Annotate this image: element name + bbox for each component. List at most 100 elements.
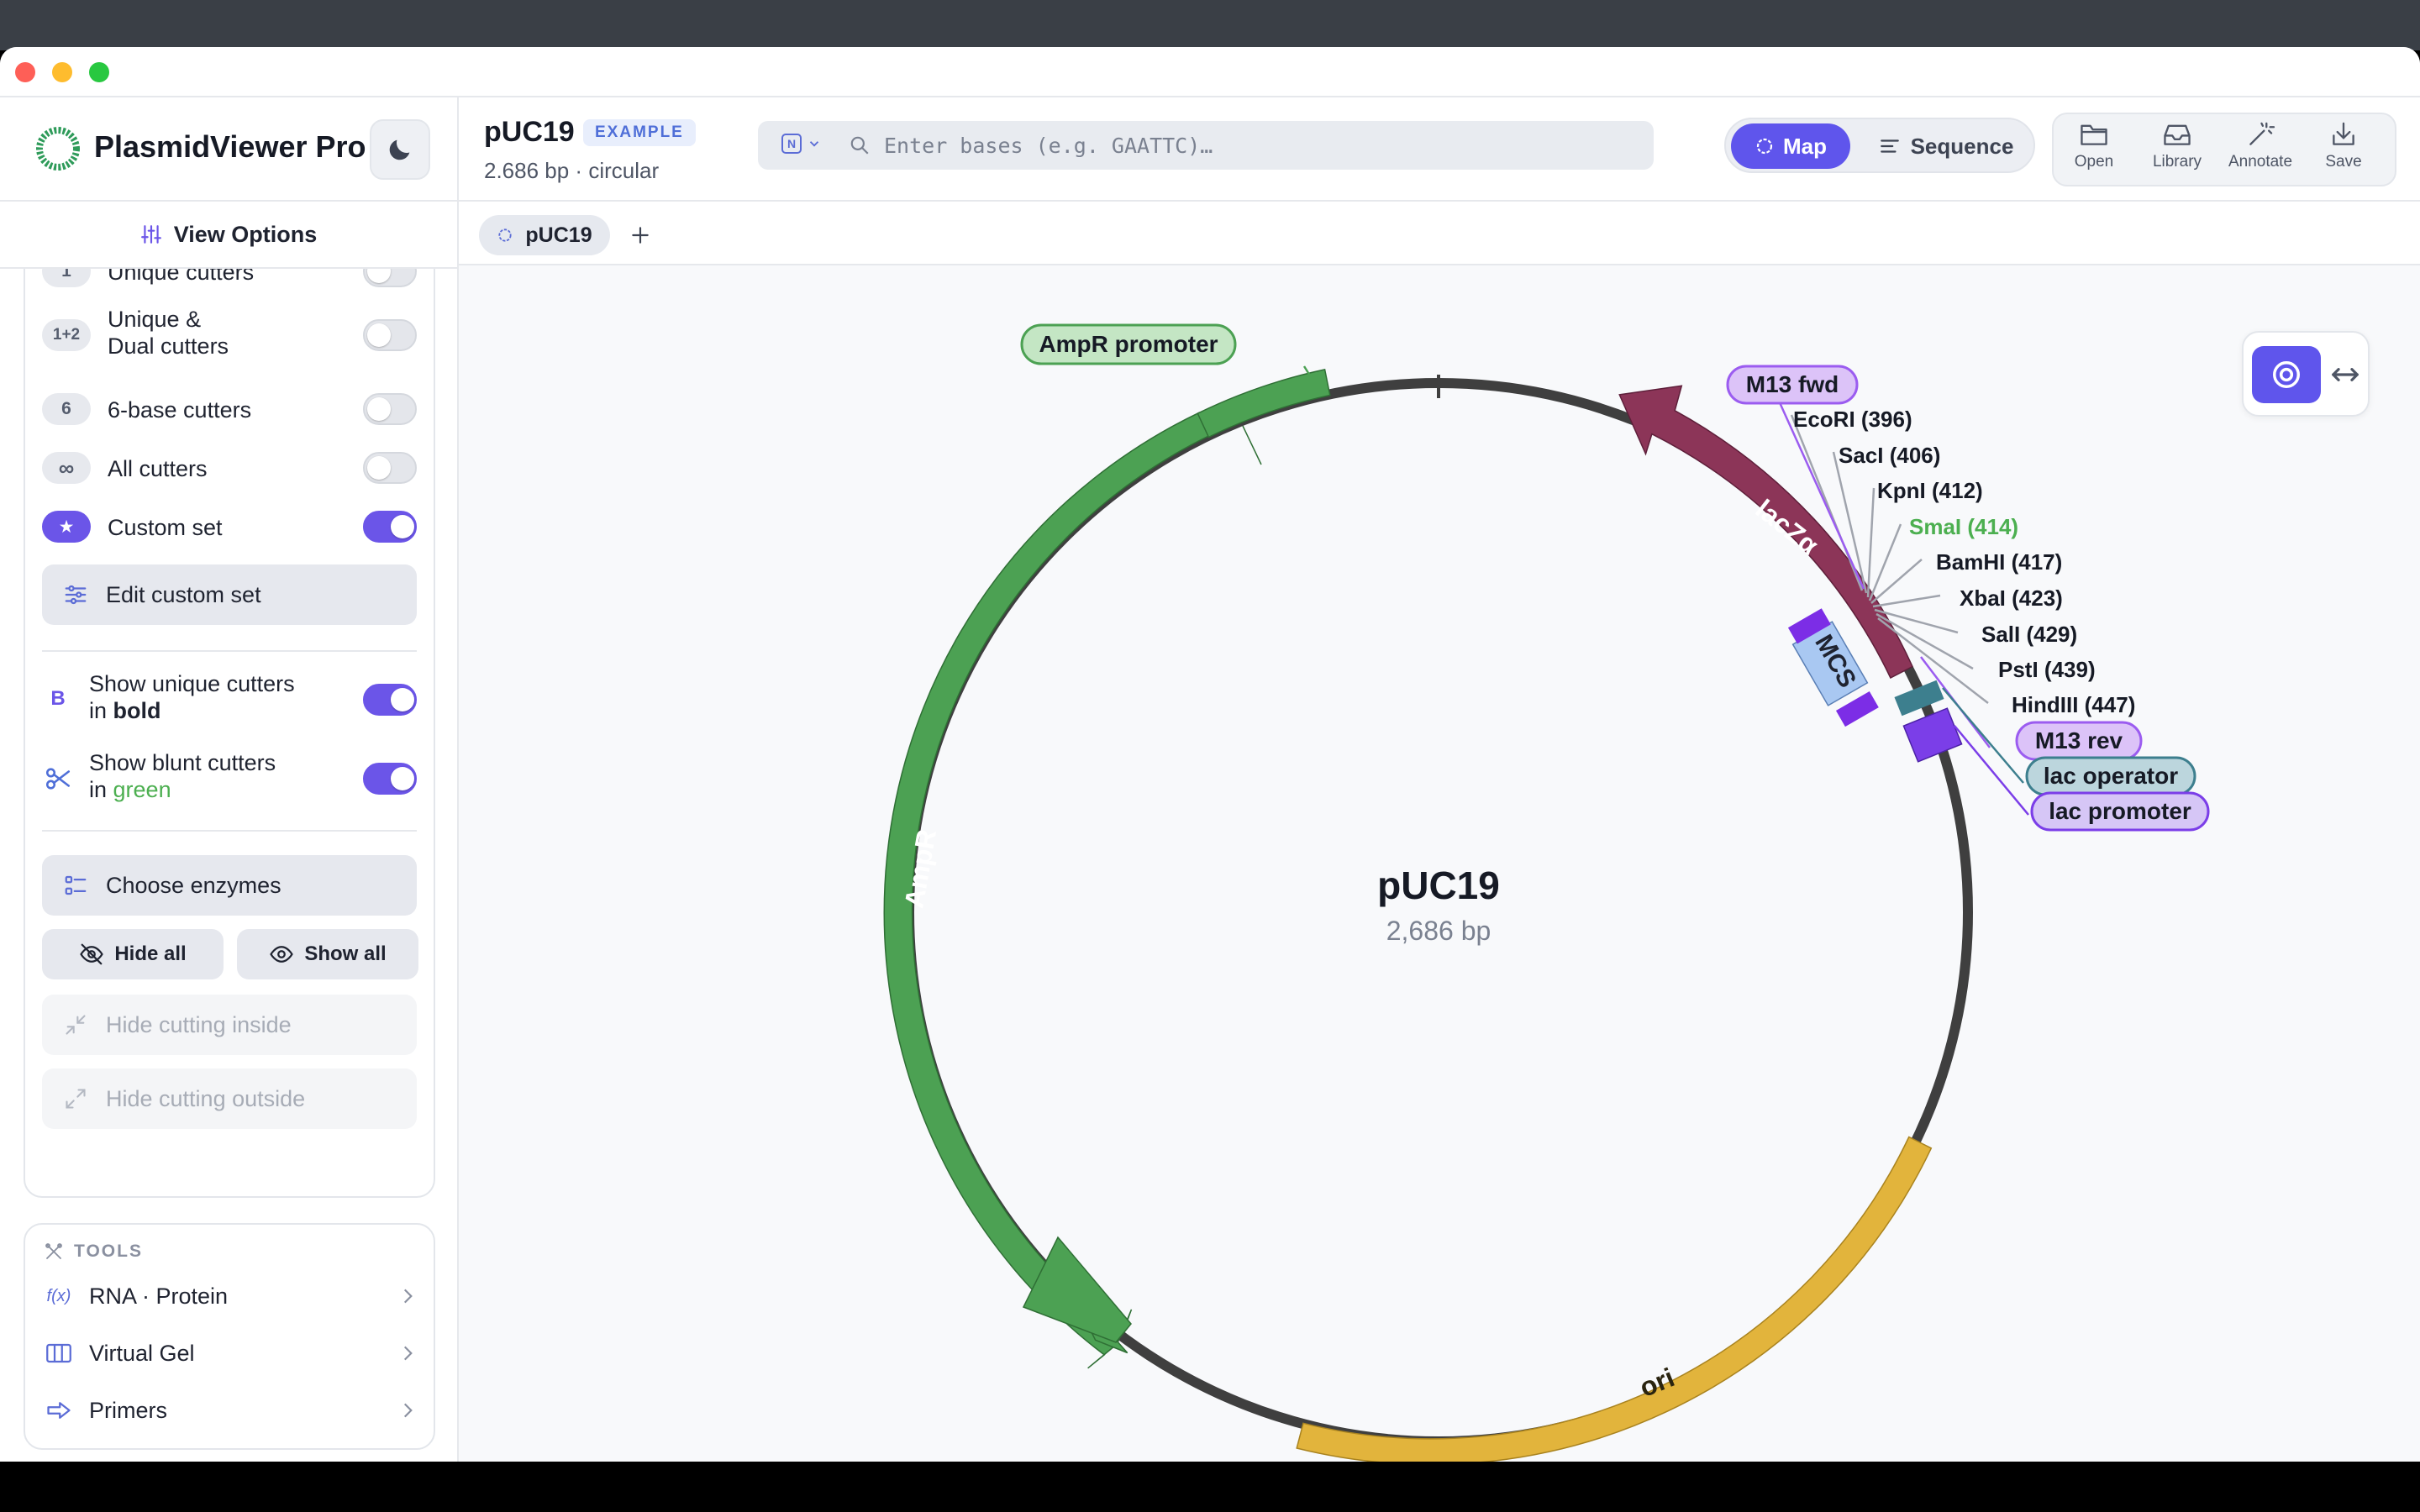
map-layout-toggle [2242, 331, 2370, 417]
search-icon [850, 136, 869, 155]
file-actions: Open Library Annotate Save [2052, 113, 2396, 186]
eye-off-icon [80, 943, 104, 965]
all-cutters-badge: ∞ [42, 452, 91, 484]
enzyme-psti[interactable]: PstI (439) [1998, 657, 2096, 682]
option-unique-bold[interactable]: B Show unique cutters in bold [42, 670, 420, 729]
eye-icon [270, 946, 294, 963]
ampr-promoter-boundary [1242, 425, 1262, 465]
close-window-button[interactable] [15, 62, 35, 82]
function-icon: f(x) [46, 1286, 71, 1305]
feature-ampr[interactable] [883, 412, 1212, 1369]
blunt-green-toggle[interactable] [363, 763, 417, 795]
unique-dual-badge: 1+2 [42, 319, 91, 351]
checklist-icon [65, 875, 87, 895]
show-all-button[interactable]: Show all [237, 929, 418, 979]
hide-cutting-outside-button[interactable]: Hide cutting outside [42, 1068, 417, 1129]
save-button[interactable]: Save [2303, 121, 2384, 181]
nucleotide-mode-icon: N [781, 134, 802, 154]
callout-lac-operator[interactable]: lac operator [2025, 756, 2196, 796]
window-titlebar [0, 47, 2420, 97]
enzyme-xbai[interactable]: XbaI (423) [1960, 585, 2063, 611]
search-input[interactable] [884, 128, 1623, 163]
folder-icon [2081, 124, 2107, 145]
unique-cutters-toggle[interactable] [363, 269, 417, 287]
callout-m13-rev[interactable]: M13 rev [2015, 721, 2143, 761]
callout-ampr-promoter[interactable]: AmpR promoter [1020, 323, 1237, 365]
option-label: Unique cutters [108, 269, 255, 285]
tools-icon [45, 1243, 62, 1259]
enzyme-kpni[interactable]: KpnI (412) [1877, 478, 1983, 503]
enzyme-smai[interactable]: SmaI (414) [1909, 514, 2018, 539]
six-base-toggle[interactable] [363, 393, 417, 425]
hide-all-button[interactable]: Hide all [42, 929, 224, 979]
svg-text:AmpR promoter: AmpR promoter [1039, 331, 1218, 357]
annotate-button[interactable]: Annotate [2220, 121, 2301, 181]
view-options-panel: 1 Unique cutters 1+2 Unique & Dual cutte… [24, 269, 435, 1198]
tool-virtual-gel[interactable]: Virtual Gel [44, 1332, 418, 1374]
tab-puc19[interactable]: pUC19 [479, 215, 610, 255]
linear-view-button[interactable] [2324, 346, 2366, 403]
callout-lac-promoter[interactable]: lac promoter [2030, 791, 2210, 832]
feature-lac-promoter[interactable] [1902, 707, 1963, 763]
arrow-right-icon [47, 1402, 71, 1419]
tool-rna-protein[interactable]: f(x) RNA · Protein [44, 1275, 418, 1317]
sequence-search: N [758, 121, 1654, 170]
blunt-option-line2: in green [89, 777, 171, 802]
enzyme-sali[interactable]: SalI (429) [1981, 622, 2077, 647]
svg-text:M13 fwd: M13 fwd [1746, 371, 1839, 397]
sequence-view-button[interactable]: Sequence [1862, 123, 2030, 169]
unique-dual-toggle[interactable] [363, 319, 417, 351]
plasmid-map-canvas: AmpR promoter M13 fwd M13 rev lac operat… [459, 265, 2420, 1463]
tool-primers[interactable]: Primers [44, 1389, 418, 1431]
custom-set-toggle[interactable] [363, 511, 417, 543]
toolbar: pUC19 EXAMPLE 2.686 bp · circular N Map … [459, 97, 2420, 202]
enzyme-hindiii[interactable]: HindIII (447) [2012, 692, 2135, 717]
unique-bold-toggle[interactable] [363, 684, 417, 716]
hide-all-label: Hide all [114, 942, 187, 965]
map-view-button[interactable]: Map [1731, 123, 1850, 169]
enzyme-ecori[interactable]: EcoRI (396) [1793, 407, 1912, 432]
option-blunt-green[interactable]: Show blunt cutters in green [42, 749, 420, 808]
tool-label: RNA · Protein [89, 1283, 229, 1309]
chevron-right-icon [403, 1403, 413, 1418]
option-label: Custom set [108, 515, 223, 540]
minimize-window-button[interactable] [52, 62, 72, 82]
option-all-cutters[interactable]: ∞ All cutters [42, 452, 420, 486]
option-label-line1: Unique & [108, 307, 202, 332]
library-button[interactable]: Library [2137, 121, 2217, 181]
enzyme-bamhi[interactable]: BamHI (417) [1936, 549, 2062, 575]
search-mode-dropdown[interactable]: N [781, 134, 822, 154]
app-name: PlasmidViewer Pro [94, 129, 366, 164]
option-label: All cutters [108, 456, 208, 481]
example-badge: EXAMPLE [583, 119, 696, 146]
all-cutters-toggle[interactable] [363, 452, 417, 484]
divider [42, 830, 417, 832]
edit-custom-set-button[interactable]: Edit custom set [42, 564, 417, 625]
chevron-right-icon [403, 1289, 413, 1304]
unique-cutters-badge: 1 [42, 269, 91, 287]
zoom-window-button[interactable] [89, 62, 109, 82]
hide-cutting-inside-button[interactable]: Hide cutting inside [42, 995, 417, 1055]
option-custom-set[interactable]: ★ Custom set [42, 511, 420, 544]
open-button[interactable]: Open [2054, 121, 2134, 181]
text-lines-icon [1880, 139, 1899, 153]
callout-m13-fwd[interactable]: M13 fwd [1726, 365, 1859, 405]
option-6-base-cutters[interactable]: 6 6-base cutters [42, 393, 420, 427]
circle-map-icon [1756, 138, 1773, 155]
sliders-icon [140, 225, 161, 244]
dark-mode-button[interactable] [370, 119, 430, 180]
gel-icon [46, 1343, 71, 1363]
expand-arrows-icon [66, 1089, 86, 1109]
edit-custom-set-label: Edit custom set [106, 581, 261, 607]
circular-view-button[interactable] [2252, 346, 2321, 403]
option-unique-cutters[interactable]: 1 Unique cutters [42, 269, 420, 292]
enzyme-saci[interactable]: SacI (406) [1839, 443, 1940, 468]
chevron-right-icon [403, 1346, 413, 1361]
bold-emphasis: bold [113, 698, 161, 723]
new-tab-button[interactable] [623, 215, 657, 255]
choose-enzymes-button[interactable]: Choose enzymes [42, 855, 417, 916]
feature-ori[interactable] [1296, 1136, 1933, 1464]
option-unique-dual-cutters[interactable]: 1+2 Unique & Dual cutters [42, 306, 420, 365]
blunt-option-line1: Show blunt cutters [89, 750, 276, 775]
map-length: 2,686 bp [1386, 916, 1491, 946]
